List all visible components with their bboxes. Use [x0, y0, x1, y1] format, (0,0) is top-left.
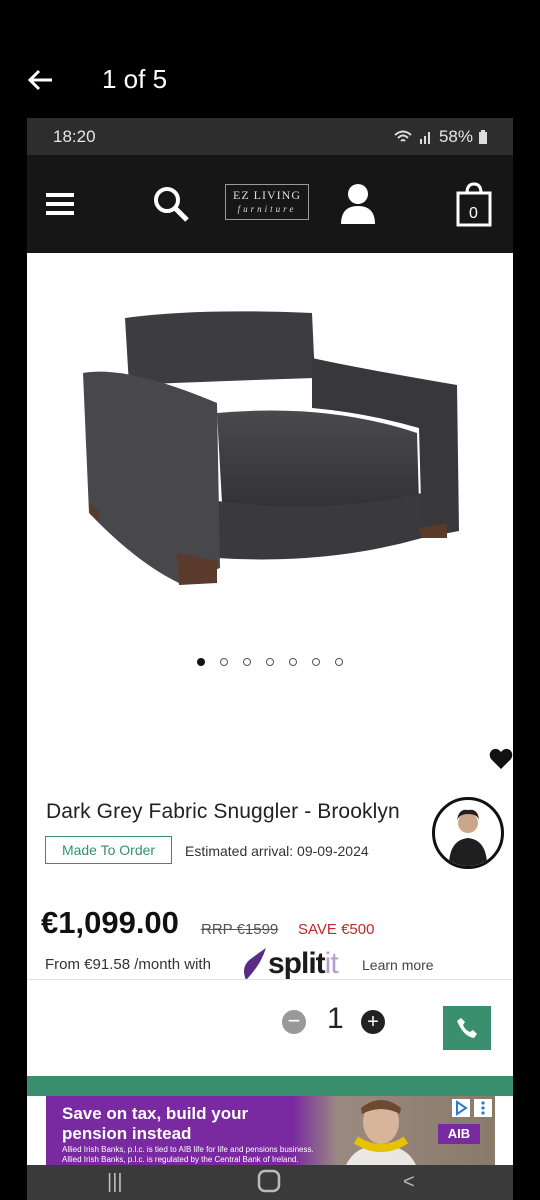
price: €1,099.00 — [41, 905, 179, 940]
quantity-increase-button[interactable]: + — [361, 1010, 385, 1034]
quantity-row: − 1 + — [27, 980, 513, 1076]
phone-icon — [457, 1018, 477, 1038]
heart-icon — [489, 748, 513, 769]
wifi-icon — [394, 130, 412, 142]
chat-assistant-avatar[interactable] — [432, 797, 504, 869]
wishlist-button[interactable] — [489, 748, 513, 775]
footer-strip — [27, 1076, 513, 1096]
quantity-value: 1 — [327, 1002, 344, 1035]
splitit-swoosh-icon — [244, 948, 266, 980]
rrp-price: RRP €1599 — [201, 921, 279, 938]
status-time: 18:20 — [53, 127, 96, 146]
menu-icon — [46, 193, 74, 215]
splitit-logo[interactable]: split it — [240, 946, 339, 982]
search-icon — [154, 187, 189, 222]
advertisement-banner[interactable]: Save on tax, build your pension instead … — [46, 1096, 495, 1165]
cart-count: 0 — [469, 205, 478, 222]
android-nav-bar: ||| < — [27, 1165, 513, 1200]
ez-living-logo[interactable]: EZ LIVING furniture — [225, 184, 309, 220]
product-image[interactable] — [27, 253, 513, 653]
signal-icon — [419, 132, 430, 144]
battery-icon — [479, 130, 487, 144]
recent-apps-button[interactable]: ||| — [107, 1171, 123, 1194]
image-counter: 1 of 5 — [102, 64, 168, 94]
ad-disclaimer: Allied Irish Banks, p.l.c. is tied to AI… — [62, 1145, 314, 1154]
gallery-dot[interactable] — [243, 658, 251, 666]
search-button[interactable] — [149, 155, 193, 253]
aib-logo: AIB — [438, 1124, 480, 1144]
home-icon — [257, 1169, 281, 1193]
product-title: Dark Grey Fabric Snuggler - Brooklyn — [46, 800, 400, 823]
finance-text: From €91.58 /month with — [45, 956, 211, 973]
snuggler-sofa-image — [83, 311, 459, 585]
gallery-dot[interactable] — [312, 658, 320, 666]
man-with-headphones-image — [346, 1100, 416, 1165]
gallery-dot[interactable] — [266, 658, 274, 666]
gallery-dot[interactable] — [197, 658, 205, 666]
home-button[interactable] — [257, 1169, 281, 1199]
account-button[interactable] — [337, 155, 379, 253]
ad-disclaimer-2: Allied Irish Banks, p.l.c. is regulated … — [62, 1155, 299, 1164]
back-button[interactable] — [22, 62, 58, 98]
arrow-left-icon — [27, 69, 52, 91]
save-amount: SAVE €500 — [298, 921, 375, 938]
battery-level: 58% — [438, 127, 473, 146]
gallery-dot[interactable] — [220, 658, 228, 666]
cart-button[interactable]: 0 — [453, 155, 495, 253]
nav-back-button[interactable]: < — [403, 1171, 415, 1194]
gallery-dot[interactable] — [335, 658, 343, 666]
call-button[interactable] — [443, 1006, 491, 1050]
ad-headline-2: pension instead — [62, 1124, 192, 1143]
gallery-dot[interactable] — [289, 658, 297, 666]
learn-more-link[interactable]: Learn more — [362, 957, 434, 973]
person-icon — [449, 809, 487, 866]
adchoices-icon[interactable] — [452, 1099, 470, 1117]
made-to-order-badge: Made To Order — [45, 836, 172, 864]
phone-screenshot: 18:20 58% EZ LIVING furniture 0 Dark Gre… — [27, 118, 513, 1200]
user-icon — [341, 184, 375, 224]
image-viewer-bar: 1 of 5 — [0, 0, 540, 118]
quantity-decrease-button[interactable]: − — [282, 1010, 306, 1034]
menu-button[interactable] — [45, 155, 75, 253]
status-bar: 18:20 58% — [27, 118, 513, 155]
gallery-dots — [27, 658, 513, 666]
more-options-icon[interactable] — [474, 1099, 492, 1117]
site-header: EZ LIVING furniture 0 — [27, 155, 513, 253]
estimated-arrival: Estimated arrival: 09-09-2024 — [185, 843, 369, 859]
ad-headline: Save on tax, build your — [62, 1104, 249, 1123]
